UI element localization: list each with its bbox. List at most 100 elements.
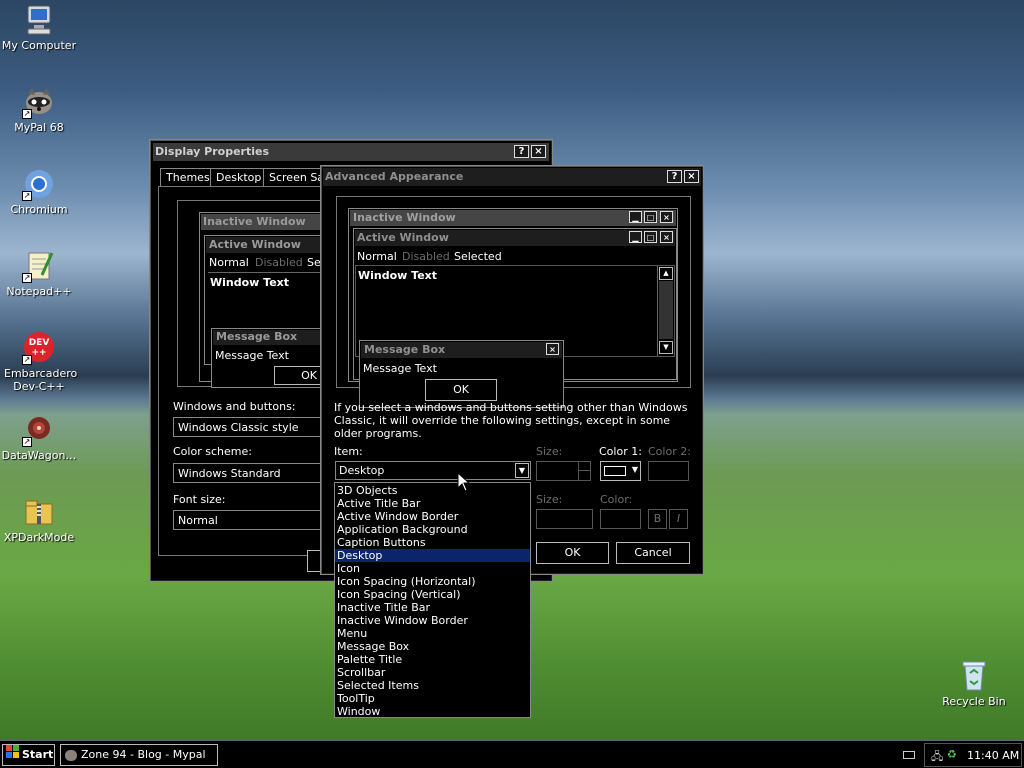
size-spinner[interactable] bbox=[536, 461, 591, 481]
close-button[interactable]: × bbox=[684, 170, 699, 183]
dropdown-item[interactable]: Scrollbar bbox=[335, 666, 530, 679]
network-icon[interactable]: 🖧 bbox=[931, 748, 943, 767]
color1-swatch bbox=[604, 466, 626, 476]
dropdown-item[interactable]: ToolTip bbox=[335, 692, 530, 705]
help-button[interactable]: ? bbox=[667, 170, 682, 183]
recycle-bin-icon bbox=[957, 659, 991, 693]
chevron-down-icon[interactable]: ▼ bbox=[515, 463, 529, 478]
advanced-appearance-titlebar[interactable]: Advanced Appearance ? × bbox=[323, 168, 701, 186]
spin-down-icon[interactable] bbox=[578, 471, 590, 480]
item-dropdown-list[interactable]: 3D Objects Active Title Bar Active Window … bbox=[334, 482, 531, 718]
bold-button[interactable]: B bbox=[648, 509, 667, 529]
dropdown-item[interactable]: Icon Spacing (Horizontal) bbox=[335, 575, 530, 588]
item-select-value: Desktop bbox=[339, 464, 385, 477]
dropdown-item[interactable]: Icon bbox=[335, 562, 530, 575]
clock[interactable]: 11:40 AM bbox=[967, 749, 1019, 762]
size-label: Size: bbox=[536, 445, 563, 458]
font-color-picker[interactable] bbox=[600, 509, 641, 529]
desktop-icon-label: Chromium bbox=[10, 203, 68, 216]
preview-menu-normal: Normal bbox=[357, 250, 397, 263]
desktop-icon-chromium[interactable]: ↗ Chromium bbox=[0, 167, 80, 216]
color1-label: Color 1: bbox=[599, 445, 642, 458]
tab-desktop[interactable]: Desktop bbox=[210, 168, 268, 187]
shortcut-arrow-icon: ↗ bbox=[22, 109, 32, 119]
tab-themes[interactable]: Themes bbox=[160, 168, 216, 187]
zip-folder-icon bbox=[22, 495, 56, 529]
dropdown-item[interactable]: Desktop bbox=[335, 549, 530, 562]
shortcut-arrow-icon: ↗ bbox=[22, 437, 32, 447]
dropdown-item[interactable]: Inactive Window Border bbox=[335, 614, 530, 627]
display-properties-titlebar[interactable]: Display Properties ? × bbox=[153, 143, 549, 161]
mouse-cursor-icon bbox=[457, 472, 471, 492]
color-scheme-select[interactable]: Windows Standard bbox=[173, 463, 333, 483]
dropdown-item[interactable]: Menu bbox=[335, 627, 530, 640]
ok-button[interactable]: OK bbox=[536, 542, 609, 564]
desktop-icon-label: Recycle Bin bbox=[942, 695, 1006, 708]
datawagon-icon: ↗ bbox=[22, 413, 56, 447]
font-color-label: Color: bbox=[600, 493, 633, 506]
desktop-icon-label: My Computer bbox=[1, 39, 77, 52]
close-button[interactable]: × bbox=[531, 145, 546, 158]
dropdown-item[interactable]: Palette Title bbox=[335, 653, 530, 666]
desktop-icon-label: Embarcadero Dev-C++ bbox=[4, 367, 78, 393]
dropdown-item[interactable]: Application Background bbox=[335, 523, 530, 536]
preview-window-text: Window Text bbox=[210, 276, 290, 289]
desktop-icon-label: Notepad++ bbox=[6, 285, 72, 298]
taskbar-task-mypal[interactable]: Zone 94 - Blog - Mypal bbox=[60, 744, 218, 766]
close-icon: × bbox=[546, 343, 559, 355]
preview-menu-normal: Normal bbox=[209, 256, 249, 269]
preview-inactive-title-text: Inactive Window bbox=[353, 211, 456, 224]
keyboard-icon[interactable] bbox=[903, 751, 915, 759]
desktop-icon-datawagon[interactable]: ↗ DataWagon… bbox=[0, 413, 80, 462]
desktop-icon-my-computer[interactable]: My Computer bbox=[0, 3, 80, 52]
window-title: Advanced Appearance bbox=[325, 170, 464, 183]
desktop-icon-recycle-bin[interactable]: Recycle Bin bbox=[933, 659, 1015, 708]
font-size-label: Size: bbox=[536, 493, 563, 506]
preview-msgbox: Message Box × Message Text OK bbox=[359, 340, 564, 408]
preview-active-title-text: Active Window bbox=[357, 231, 449, 244]
color1-picker[interactable]: ▼ bbox=[600, 461, 641, 481]
dropdown-item[interactable]: Window bbox=[335, 705, 530, 718]
desktop-icon-xpdarkmode[interactable]: XPDarkMode bbox=[0, 495, 80, 544]
shortcut-arrow-icon: ↗ bbox=[22, 191, 32, 201]
info-text: If you select a windows and buttons sett… bbox=[334, 401, 688, 440]
recycle-tray-icon[interactable]: ♻ bbox=[947, 748, 957, 761]
desktop-icon-devcpp[interactable]: DEV ++ ↗ Embarcadero Dev-C++ bbox=[0, 331, 80, 393]
desktop-icon-label: XPDarkMode bbox=[3, 531, 75, 544]
shortcut-arrow-icon: ↗ bbox=[22, 355, 32, 365]
dropdown-item[interactable]: Icon Spacing (Vertical) bbox=[335, 588, 530, 601]
preview-msgbox-text: Message Text bbox=[215, 349, 289, 362]
dropdown-item[interactable]: Caption Buttons bbox=[335, 536, 530, 549]
font-size-label: Font size: bbox=[173, 493, 226, 506]
devcpp-icon: DEV ++ ↗ bbox=[22, 331, 56, 365]
dropdown-item[interactable]: Selected Items bbox=[335, 679, 530, 692]
desktop-icon-notepadpp[interactable]: ↗ Notepad++ bbox=[0, 249, 80, 298]
font-size-select[interactable] bbox=[536, 509, 593, 529]
preview-window-text: Window Text bbox=[358, 269, 438, 282]
preview-msgbox-title-text: Message Box bbox=[364, 343, 446, 356]
start-button[interactable]: Start bbox=[2, 744, 55, 766]
desktop-icon-mypal[interactable]: ↗ MyPal 68 bbox=[0, 85, 80, 134]
chevron-down-icon: ▼ bbox=[631, 465, 638, 474]
close-icon: × bbox=[660, 231, 673, 243]
cancel-button[interactable]: Cancel bbox=[616, 542, 690, 564]
maximize-icon: □ bbox=[644, 231, 657, 243]
dropdown-item[interactable]: Message Box bbox=[335, 640, 530, 653]
minimize-icon: ▁ bbox=[629, 231, 642, 243]
item-select[interactable]: Desktop ▼ bbox=[335, 461, 531, 480]
dropdown-item[interactable]: 3D Objects bbox=[335, 484, 530, 497]
dropdown-item[interactable]: Inactive Title Bar bbox=[335, 601, 530, 614]
windows-logo-icon bbox=[6, 745, 20, 765]
color-scheme-label: Color scheme: bbox=[173, 445, 252, 458]
spin-up-icon[interactable] bbox=[578, 462, 590, 471]
italic-button[interactable]: I bbox=[669, 509, 688, 529]
font-size-select[interactable]: Normal bbox=[173, 510, 333, 530]
computer-icon bbox=[22, 3, 56, 37]
dropdown-item[interactable]: Active Title Bar bbox=[335, 497, 530, 510]
preview-ok-button: OK bbox=[425, 379, 497, 401]
help-button[interactable]: ? bbox=[514, 145, 529, 158]
windows-buttons-select[interactable]: Windows Classic style bbox=[173, 417, 333, 437]
color2-picker[interactable] bbox=[648, 461, 689, 481]
scroll-thumb bbox=[659, 281, 673, 339]
dropdown-item[interactable]: Active Window Border bbox=[335, 510, 530, 523]
